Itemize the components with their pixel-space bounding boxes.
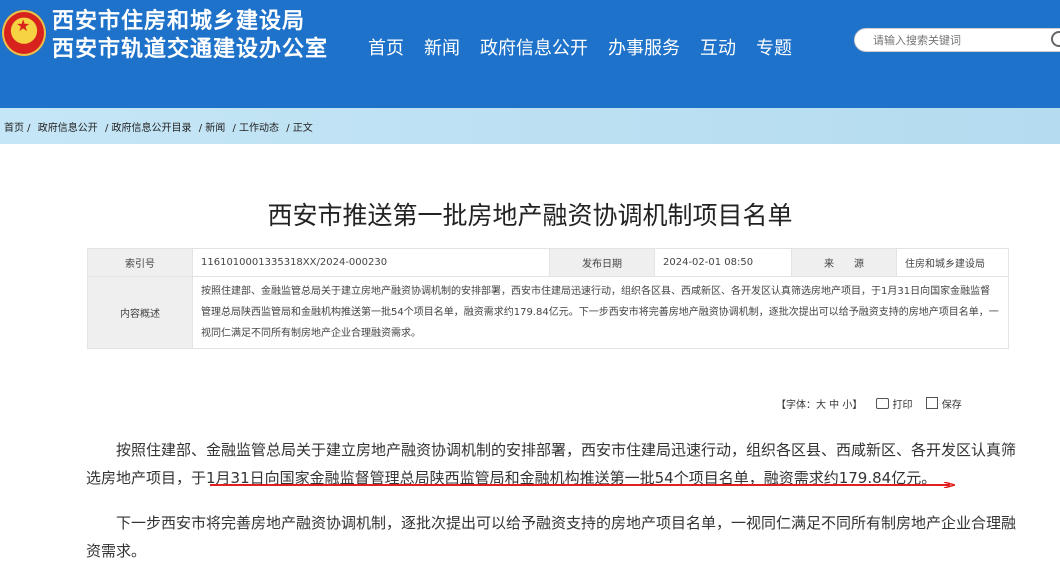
nav-home[interactable]: 首页 bbox=[368, 34, 404, 60]
breadcrumb: 首页 / 政府信息公开 / 政府信息公开目录 / 新闻 / 工作动态 / 正文 bbox=[4, 119, 317, 134]
summary-label: 内容概述 bbox=[87, 276, 193, 349]
nav-services[interactable]: 办事服务 bbox=[608, 34, 680, 60]
breadcrumb-catalog[interactable]: / 政府信息公开目录 bbox=[105, 123, 192, 134]
search-icon[interactable] bbox=[1051, 31, 1060, 47]
article-tools: 【字体：大 中 小】 打印 保存 bbox=[776, 396, 962, 411]
save-label: 保存 bbox=[941, 400, 962, 411]
print-label: 打印 bbox=[892, 400, 913, 411]
site-name-line1: 西安市住房和城乡建设局 bbox=[52, 9, 306, 34]
national-emblem-icon bbox=[2, 10, 46, 56]
print-button[interactable]: 打印 bbox=[875, 398, 913, 411]
breadcrumb-current: / 正文 bbox=[286, 123, 313, 134]
site-name[interactable]: 西安市住房和城乡建设局 西安市轨道交通建设办公室 bbox=[52, 8, 328, 64]
nav-gov-info[interactable]: 政府信息公开 bbox=[480, 34, 588, 60]
breadcrumb-bar: 首页 / 政府信息公开 / 政府信息公开目录 / 新闻 / 工作动态 / 正文 bbox=[0, 108, 1060, 144]
article-paragraph-2: 下一步西安市将完善房地产融资协调机制，逐批次提出可以给予融资支持的房地产项目名单… bbox=[86, 514, 1017, 560]
article-meta-table: 索引号 1161010001335318XX/2024-000230 发布日期 … bbox=[87, 248, 1009, 349]
site-header: 西安市住房和城乡建设局 西安市轨道交通建设办公室 首页 新闻 政府信息公开 办事… bbox=[0, 0, 1060, 108]
nav-topics[interactable]: 专题 bbox=[756, 34, 792, 60]
index-label: 索引号 bbox=[87, 248, 193, 277]
date-label: 发布日期 bbox=[549, 248, 655, 277]
article-title: 西安市推送第一批房地产融资协调机制项目名单 bbox=[267, 201, 793, 230]
font-size-control[interactable]: 【字体：大 中 小】 bbox=[776, 400, 862, 411]
source-value: 住房和城乡建设局 bbox=[896, 248, 1009, 277]
index-value: 1161010001335318XX/2024-000230 bbox=[192, 248, 550, 277]
main-nav: 首页 新闻 政府信息公开 办事服务 互动 专题 bbox=[368, 34, 812, 60]
save-icon bbox=[925, 397, 938, 409]
printer-icon bbox=[875, 398, 889, 409]
breadcrumb-gov-info[interactable]: 政府信息公开 bbox=[38, 123, 98, 134]
search-input[interactable] bbox=[871, 29, 1045, 52]
nav-news[interactable]: 新闻 bbox=[424, 34, 460, 60]
red-underline-annotation bbox=[210, 482, 955, 488]
date-value: 2024-02-01 08:50 bbox=[654, 248, 792, 277]
search-box bbox=[854, 28, 1060, 52]
summary-value: 按照住建部、金融监管总局关于建立房地产融资协调机制的安排部署，西安市住建局迅速行… bbox=[192, 276, 1009, 349]
breadcrumb-home[interactable]: 首页 / bbox=[4, 123, 31, 134]
save-button[interactable]: 保存 bbox=[925, 397, 962, 411]
breadcrumb-work[interactable]: / 工作动态 bbox=[232, 123, 279, 134]
breadcrumb-news[interactable]: / 新闻 bbox=[199, 123, 226, 134]
nav-interaction[interactable]: 互动 bbox=[700, 34, 736, 60]
source-label: 来 源 bbox=[791, 248, 897, 277]
site-name-line2: 西安市轨道交通建设办公室 bbox=[52, 37, 329, 62]
